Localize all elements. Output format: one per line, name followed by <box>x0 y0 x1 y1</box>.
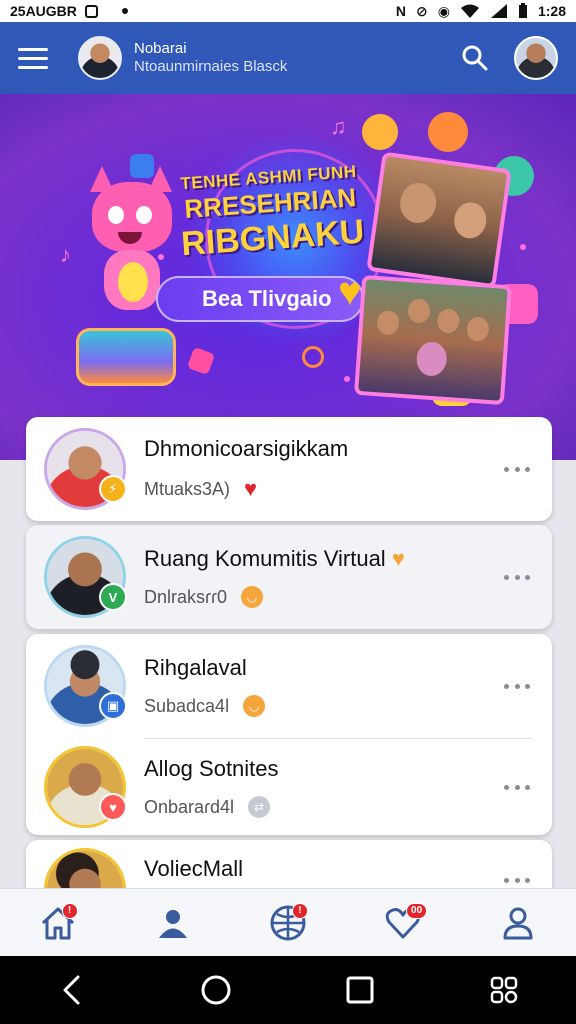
avatar: ⚡ <box>44 428 127 510</box>
nav-explore[interactable]: ! <box>264 899 312 947</box>
search-icon[interactable] <box>458 41 492 75</box>
more-options-icon[interactable] <box>504 870 530 888</box>
app-subtitle: Ntoaunmirnaies Blasck <box>134 58 288 75</box>
app-bar-titles: Nobarai Ntoaunmirnaies Blasck <box>134 40 287 76</box>
avatar <box>44 848 126 888</box>
community-name-text: Ruang Komumitis Virtual <box>144 546 386 571</box>
community-subtitle: Mtuaks3A) <box>144 478 231 499</box>
community-subtitle: Subadca4l <box>144 695 230 716</box>
wifi-icon <box>460 4 479 18</box>
community-card[interactable]: ▣ Rihgalaval Subadca4l ◡ ♥ Allog Sotnite… <box>26 634 552 835</box>
sticker-icon <box>428 112 468 152</box>
system-navigation <box>0 956 576 1024</box>
do-not-disturb-icon: ⊘ <box>416 2 428 19</box>
leaf-icon: V <box>99 583 127 611</box>
more-options-icon[interactable] <box>504 676 530 696</box>
sticker-icon <box>186 346 216 376</box>
crowd-photo <box>353 274 513 406</box>
banner-headline: TENHE ASHMI FUNH RRESEHRIAN RIBGNAKU <box>173 161 369 264</box>
community-subtitle: Onbaraɾd4l <box>144 796 235 817</box>
avatar[interactable] <box>514 36 558 80</box>
avatar: V <box>44 536 127 618</box>
bottom-navigation: ! ! 00 <box>0 888 576 956</box>
nav-activity[interactable]: 00 <box>379 899 428 947</box>
heart-icon: ♥ <box>99 793 127 821</box>
more-options-icon[interactable] <box>504 567 530 587</box>
list-item[interactable]: V Ruang Komumitis Virtual ♥ Dnlraksɾɾ0 ◡ <box>26 525 552 629</box>
nav-home[interactable]: ! <box>34 899 82 947</box>
status-bar: 25AUGBR N ⊘ ◉ 1:28 <box>0 0 576 22</box>
smile-icon: ◡ <box>243 695 266 717</box>
people-icon <box>158 909 187 938</box>
community-name: VoliecMall <box>144 856 244 881</box>
lightning-icon: ⚡ <box>99 475 127 503</box>
list-item[interactable]: ♥ Allog Sotnites Onbaraɾd4l ⇄ <box>26 739 552 835</box>
heart-icon: ♥ <box>244 476 258 501</box>
app-title: Nobarai <box>134 40 187 57</box>
more-options-icon[interactable] <box>504 777 530 797</box>
sparkle-icon <box>520 244 526 250</box>
community-name: Rihgalaval <box>144 655 247 680</box>
list-item[interactable]: VoliecMall <box>26 840 552 888</box>
notification-badge: 00 <box>406 902 428 919</box>
smile-icon: ◡ <box>241 586 264 608</box>
community-card[interactable]: ⚡ Dhmonicoarsigikkam Mtuaks3A) ♥ <box>26 417 552 521</box>
avatar: ▣ <box>44 645 127 727</box>
briefcase-icon: ▣ <box>99 692 127 720</box>
home-circle-icon[interactable] <box>192 966 240 1014</box>
list-item[interactable]: ⚡ Dhmonicoarsigikkam Mtuaks3A) ♥ <box>26 417 552 521</box>
signal-icon <box>490 4 507 18</box>
nav-profile[interactable] <box>494 899 542 947</box>
alarm-icon: ◉ <box>437 2 450 19</box>
hamburger-icon[interactable] <box>18 40 54 76</box>
list-item[interactable]: ▣ Rihgalaval Subadca4l ◡ <box>26 634 552 738</box>
community-name: Ruang Komumitis Virtual ♥ <box>144 546 405 572</box>
nfc-icon: N <box>395 3 407 19</box>
community-name: Dhmonicoarsigikkam <box>144 436 349 461</box>
back-icon[interactable] <box>48 966 96 1014</box>
group-avatar[interactable] <box>78 36 122 80</box>
status-left-text: 25AUGBR <box>10 3 77 19</box>
sticker-icon <box>302 346 324 368</box>
sticker-icon <box>362 114 398 150</box>
notification-dot-icon <box>121 8 128 14</box>
music-note-icon: ♪ <box>60 242 71 267</box>
luggage-illustration <box>76 328 176 386</box>
nav-people[interactable] <box>149 899 197 947</box>
status-time: 1:28 <box>537 3 566 19</box>
promo-banner[interactable]: ♪ ♫ TENHE ASHMI FUNH RRESEHRIAN RIBGNAKU… <box>0 94 576 460</box>
app-bar: Nobarai Ntoaunmirnaies Blasck <box>0 22 576 94</box>
avatar: ♥ <box>44 746 127 828</box>
banner-button[interactable]: Bea Tlivgaio <box>156 276 364 322</box>
notification-icon <box>84 4 98 18</box>
community-card[interactable]: V Ruang Komumitis Virtual ♥ Dnlraksɾɾ0 ◡ <box>26 525 552 629</box>
heart-icon: ♥ <box>391 546 405 571</box>
community-subtitle: Dnlraksɾɾ0 <box>144 586 228 607</box>
profile-icon <box>503 907 533 939</box>
notification-badge: ! <box>291 902 308 919</box>
community-name: Allog Sotnites <box>144 756 279 781</box>
community-card[interactable]: VoliecMall <box>26 840 552 888</box>
sparkle-icon <box>344 376 350 382</box>
notification-badge: ! <box>61 902 78 919</box>
recents-icon[interactable] <box>336 966 384 1014</box>
battery-icon <box>518 3 527 18</box>
more-options-icon[interactable] <box>504 459 530 479</box>
heart-icon: ♥ <box>338 270 362 314</box>
accessibility-icon[interactable] <box>480 966 528 1014</box>
music-note-icon: ♫ <box>330 114 347 139</box>
group-photo <box>366 151 512 289</box>
arrows-icon: ⇄ <box>248 796 271 818</box>
